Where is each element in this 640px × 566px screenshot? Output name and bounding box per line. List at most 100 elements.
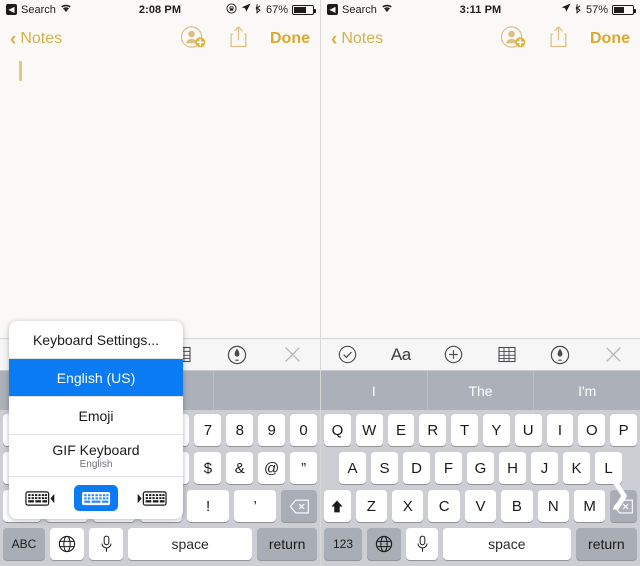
key-o[interactable]: O [578,414,606,446]
nav-bar-left: ‹ Notes Done [0,19,320,59]
popup-item-emoji[interactable]: Emoji [9,397,183,435]
globe-icon[interactable] [367,528,401,560]
share-icon[interactable] [229,25,248,53]
location-arrow-icon [241,3,251,16]
globe-icon[interactable] [50,528,84,560]
suggestion-2[interactable]: I'm [534,371,640,410]
key-c[interactable]: C [428,490,460,522]
key-z[interactable]: Z [355,490,388,522]
chevron-right-icon[interactable]: ❯ [608,481,631,508]
keyboard-dock-left-icon[interactable] [20,485,64,511]
popup-item-label: English (US) [56,369,136,386]
key-q[interactable]: Q [324,414,351,446]
key-x[interactable]: X [392,490,424,522]
key-f[interactable]: F [435,452,462,484]
chevron-left-icon: ‹ [331,28,338,50]
return-key[interactable]: return [575,528,637,560]
popup-item-english-us[interactable]: English (US) [9,359,183,397]
key-r[interactable]: R [419,414,447,446]
format-toolbar-right: Aa [321,338,640,371]
popup-item-label: GIF Keyboard [52,441,140,458]
plus-circle-icon[interactable] [427,345,480,364]
status-back-app[interactable]: ◀ Search [6,3,72,16]
key-w[interactable]: W [355,414,383,446]
space-key[interactable]: space [443,528,571,560]
key-j[interactable]: J [531,452,558,484]
key-123-toggle[interactable]: 123 [324,528,362,560]
key-p[interactable]: P [610,414,637,446]
close-icon[interactable] [587,346,640,363]
key-ampersand[interactable]: & [226,452,254,484]
done-button[interactable]: Done [590,30,630,48]
status-indicators-right: 57% [561,3,636,17]
key-u[interactable]: U [514,414,542,446]
return-key[interactable]: return [257,528,317,560]
text-format-aa-icon[interactable]: Aa [374,345,427,365]
key-abc-toggle[interactable]: ABC [3,528,45,560]
key-i[interactable]: I [546,414,574,446]
bluetooth-icon [255,3,262,17]
key-8[interactable]: 8 [226,414,254,446]
mic-icon[interactable] [89,528,123,560]
status-back-app[interactable]: ◀ Search [327,3,393,16]
key-a[interactable]: A [339,452,366,484]
share-icon[interactable] [549,25,568,53]
key-at[interactable]: @ [258,452,286,484]
battery-icon [612,4,636,15]
key-9[interactable]: 9 [258,414,286,446]
key-7[interactable]: 7 [194,414,222,446]
keyboard-row-bottom: 123 space return [324,528,637,560]
key-apostrophe[interactable]: ’ [234,490,277,522]
key-n[interactable]: N [537,490,569,522]
popup-item-label: Emoji [78,407,114,424]
popup-layout-modes [9,477,183,519]
mic-icon[interactable] [406,528,438,560]
popup-item-keyboard-settings[interactable]: Keyboard Settings... [9,321,183,359]
keyboard-assembly-right: Aa I The I'm Q W E R T Y U I O P A S D F… [321,338,640,566]
key-y[interactable]: Y [483,414,510,446]
add-person-icon[interactable] [180,25,207,54]
key-v[interactable]: V [464,490,497,522]
key-0[interactable]: 0 [290,414,318,446]
close-icon[interactable] [265,346,320,363]
table-icon[interactable] [481,346,534,363]
suggestion-1[interactable]: The [428,371,535,410]
popup-item-gif-keyboard[interactable]: GIF Keyboard English [9,435,183,477]
pen-circle-icon[interactable] [534,345,587,365]
key-k[interactable]: K [563,452,590,484]
status-back-label: Search [342,3,377,16]
key-g[interactable]: G [467,452,494,484]
key-d[interactable]: D [403,452,430,484]
rotation-lock-icon [226,2,237,17]
checkmark-circle-icon[interactable] [321,345,374,364]
keyboard-full-icon[interactable] [74,485,118,511]
backspace-icon[interactable] [281,490,318,522]
keyboard-right: Q W E R T Y U I O P A S D F G H J K L Z … [321,410,640,566]
key-dollar[interactable]: $ [194,452,222,484]
key-quote[interactable]: ” [290,452,318,484]
location-arrow-icon [561,3,571,16]
key-h[interactable]: H [499,452,526,484]
suggestion-2[interactable] [214,371,320,410]
panel-left: ◀ Search 2:08 PM 67% ‹ Notes Done 7 8 9 … [0,0,320,566]
pen-circle-icon[interactable] [210,345,265,365]
back-to-notes-button[interactable]: ‹ Notes [331,30,383,49]
chevron-left-icon: ‹ [10,28,17,50]
key-b[interactable]: B [501,490,533,522]
space-key[interactable]: space [128,528,253,560]
suggestion-0[interactable]: I [321,371,428,410]
nav-actions-right: Done [500,25,630,54]
done-button[interactable]: Done [270,30,310,48]
key-m[interactable]: M [573,490,606,522]
back-arrow-box-icon: ◀ [6,4,17,15]
add-person-icon[interactable] [500,25,527,54]
status-bar-right: ◀ Search 3:11 PM 57% [321,0,640,19]
key-s[interactable]: S [371,452,398,484]
back-to-notes-button[interactable]: ‹ Notes [10,30,62,49]
key-e[interactable]: E [387,414,415,446]
shift-up-arrow-icon[interactable] [324,490,351,522]
keyboard-row-zxcv: Z X C V B N M [324,490,637,522]
key-exclaim[interactable]: ! [187,490,230,522]
key-t[interactable]: T [451,414,478,446]
keyboard-dock-right-icon[interactable] [128,485,172,511]
